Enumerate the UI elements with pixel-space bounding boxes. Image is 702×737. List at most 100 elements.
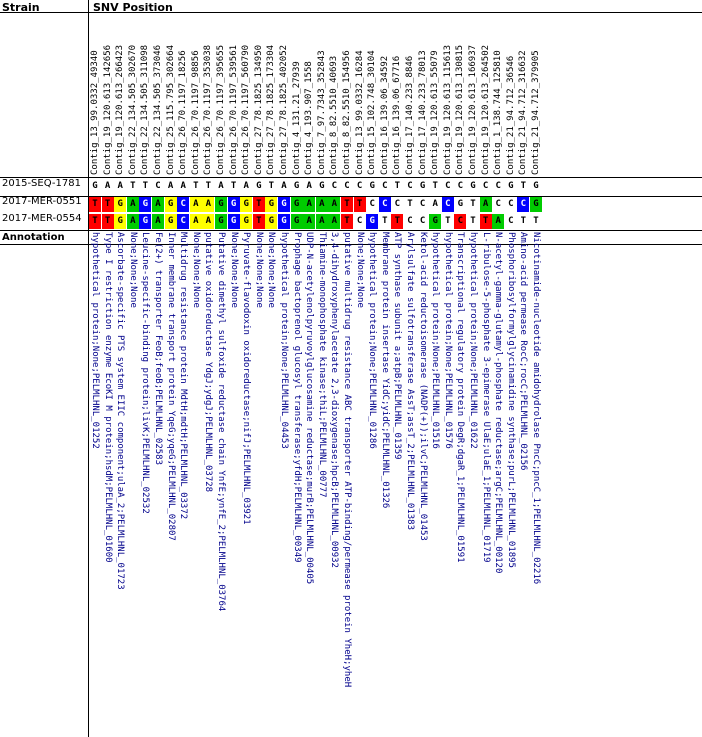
reference-base: C bbox=[495, 181, 501, 191]
reference-base: C bbox=[482, 181, 489, 191]
snv-position-label: Contig_16_139.06_67716 bbox=[392, 55, 403, 175]
snv-table: Strain SNV Position Annotation 2015-SEQ-178… bbox=[0, 0, 702, 737]
variant-base: G bbox=[429, 214, 442, 229]
variant-base: A bbox=[202, 214, 215, 229]
grid-hline bbox=[0, 230, 702, 231]
snv-position-label: Contig_22_134.505_373046 bbox=[153, 44, 163, 175]
annotation-label: Type I restriction enzyme EcoKI M protei… bbox=[102, 232, 113, 563]
snv-position-label: Contig_22_134.505_311098 bbox=[140, 44, 151, 175]
snv-position-label: Contig_21_94.712_36546 bbox=[505, 55, 516, 175]
annotation-label: N-acetyl-gamma-glutamyl-phosphate reduct… bbox=[493, 232, 504, 574]
snv-position-label: Contig_16_139.06_34592 bbox=[379, 55, 390, 175]
variant-base: G bbox=[164, 197, 177, 212]
variant-base: A bbox=[126, 197, 139, 212]
variant-base: C bbox=[504, 214, 517, 229]
variant-base: A bbox=[328, 214, 341, 229]
snv-position-label: Contig_19_120.613_55079 bbox=[430, 50, 441, 175]
variant-base: G bbox=[278, 214, 290, 229]
variant-base: T bbox=[252, 197, 265, 212]
snv-position-label: Contig_21_94.712_379905 bbox=[531, 50, 541, 175]
annotation-label: hypothetical protein;None;PELMLHNL_04453 bbox=[279, 232, 289, 449]
snv-position-label: Contig_19_120.613_264502 bbox=[480, 44, 491, 175]
variant-base: A bbox=[315, 214, 328, 229]
variant-base: C bbox=[416, 197, 429, 212]
reference-base: C bbox=[407, 181, 413, 191]
variant-base: T bbox=[479, 214, 492, 229]
annotation-label: Transcriptional regulatory protein DegR;… bbox=[455, 232, 466, 563]
variant-base: T bbox=[517, 214, 530, 229]
variant-base: G bbox=[278, 197, 290, 212]
variant-base: T bbox=[341, 214, 353, 229]
reference-base: T bbox=[193, 181, 199, 191]
reference-base: G bbox=[508, 181, 514, 191]
variant-base: T bbox=[391, 214, 404, 229]
annotation-label: 3,4-dihydroxyphenylacetate 2,3-dioxygena… bbox=[329, 232, 340, 568]
reference-base: C bbox=[331, 181, 338, 191]
annotation-label: Membrane protein insertase YidC;yidC;PEL… bbox=[379, 232, 390, 509]
variant-base: A bbox=[479, 197, 492, 212]
variant-base: T bbox=[101, 214, 114, 229]
variant-base: T bbox=[101, 197, 114, 212]
variant-base: T bbox=[404, 197, 416, 212]
annotation-header: Annotation bbox=[2, 232, 65, 243]
annotation-label: hypothetical protein;None;PELMLHNL_01622 bbox=[468, 232, 478, 449]
variant-base: T bbox=[252, 214, 265, 229]
snv-position-label: Contig_26_70.1197_539561 bbox=[228, 44, 239, 175]
reference-base: G bbox=[92, 181, 98, 191]
reference-base: T bbox=[205, 181, 212, 191]
reference-base: A bbox=[180, 181, 186, 191]
reference-base: G bbox=[419, 181, 426, 191]
variant-base: A bbox=[189, 214, 202, 229]
annotation-label: Phosphoribosylformylglycinamidine syntha… bbox=[505, 232, 516, 568]
snv-position-label: Contig_19_120.613_130815 bbox=[455, 44, 466, 175]
snv-position-label: Contig_13_99.0332_49340 bbox=[90, 50, 100, 175]
variant-base: C bbox=[441, 197, 454, 212]
variant-base: A bbox=[152, 214, 164, 229]
snv-position-label: Contig_4_131.21_27939 bbox=[291, 61, 302, 175]
annotation-label: Inner membrane transport protein YqeG;yq… bbox=[165, 232, 176, 541]
variant-base: T bbox=[341, 197, 353, 212]
snv-position-label: Contig_26_70.1197_353038 bbox=[203, 44, 214, 175]
snv-position-label: Contig_15_102.748_30104 bbox=[367, 50, 378, 175]
annotation-label: Thiamine-monophosphate kinase;thiL;PELML… bbox=[316, 232, 327, 498]
variant-base: A bbox=[492, 214, 505, 229]
annotation-label: hypothetical protein;None;PELMLHNL_01286 bbox=[367, 232, 378, 449]
variant-base: A bbox=[303, 214, 316, 229]
variant-base: G bbox=[227, 197, 240, 212]
annotation-label: UDP-N-acetylenolpyruvoylglucosamine redu… bbox=[304, 232, 315, 585]
reference-base: A bbox=[218, 181, 224, 191]
variant-base: T bbox=[353, 197, 366, 212]
variant-base: C bbox=[454, 214, 467, 229]
variant-base: A bbox=[429, 197, 442, 212]
variant-base: G bbox=[366, 214, 379, 229]
variant-base: C bbox=[492, 197, 505, 212]
reference-base: G bbox=[369, 181, 375, 191]
snv-position-label: Contig_21_94.712_316632 bbox=[518, 50, 529, 175]
variant-base: A bbox=[303, 197, 316, 212]
variant-base: T bbox=[530, 214, 542, 229]
reference-base: C bbox=[356, 181, 363, 191]
annotation-label: None;None;None bbox=[253, 232, 264, 308]
variant-base: T bbox=[467, 197, 479, 212]
variant-base: T bbox=[441, 214, 454, 229]
reference-base: A bbox=[243, 181, 249, 191]
variant-base: G bbox=[215, 214, 227, 229]
annotation-label: None;None;None bbox=[228, 232, 239, 308]
snv-position-label: Contig_13_99.0332_16284 bbox=[354, 50, 365, 175]
variant-base: C bbox=[517, 197, 530, 212]
annotation-label: None;None;None bbox=[127, 232, 138, 308]
reference-base: G bbox=[293, 181, 300, 191]
reference-base: C bbox=[457, 181, 464, 191]
reference-base: C bbox=[344, 181, 350, 191]
variant-base: T bbox=[378, 214, 391, 229]
reference-base: T bbox=[142, 181, 149, 191]
variant-base: C bbox=[416, 214, 429, 229]
strain-label: 2017-MER-0551 bbox=[2, 196, 82, 207]
snv-position-label: Contig_19_120.613_115613 bbox=[442, 44, 453, 175]
strain-label: 2015-SEQ-1781 bbox=[2, 178, 81, 189]
variant-base: A bbox=[152, 197, 164, 212]
snv-position-label: Contig_26_70.1197_395655 bbox=[216, 44, 226, 175]
reference-base: C bbox=[445, 181, 451, 191]
annotation-label: hypothetical protein;None;PELMLHNL_01576 bbox=[442, 232, 453, 449]
variant-base: C bbox=[504, 197, 517, 212]
